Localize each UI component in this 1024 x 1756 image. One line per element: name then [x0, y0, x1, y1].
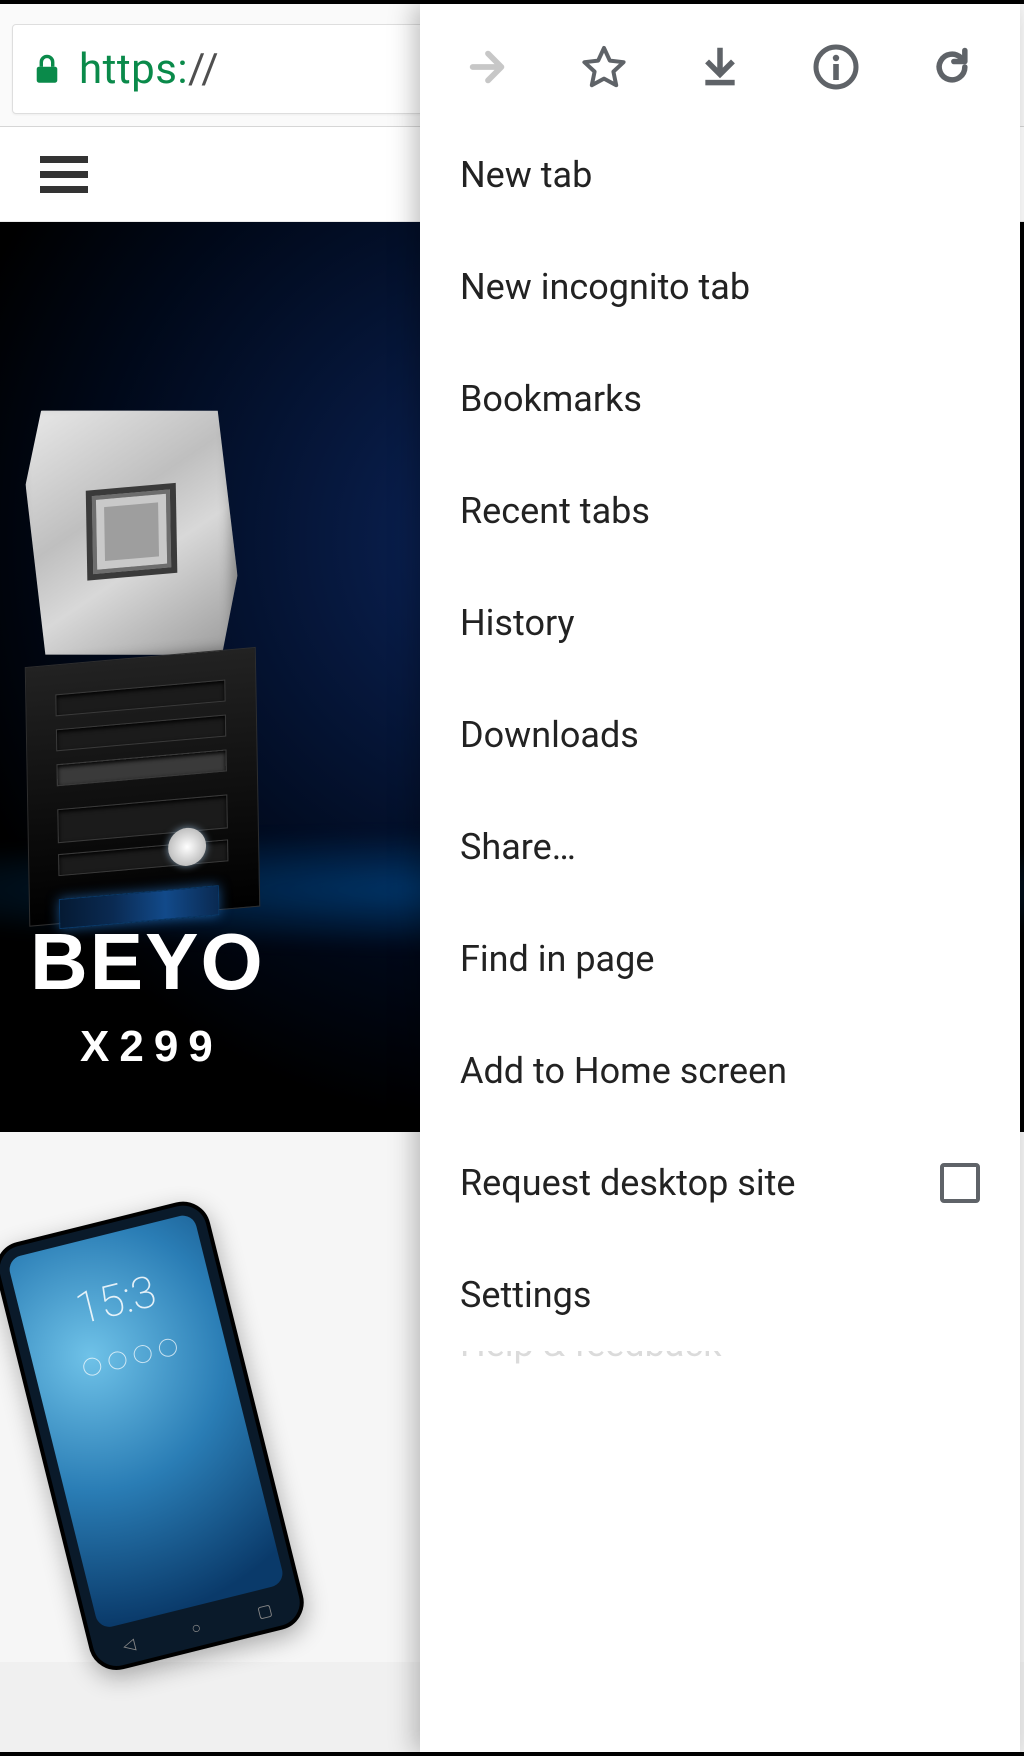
- url-protocol: https:: [79, 45, 188, 94]
- phone-lockscreen-time: 15:3: [7, 1213, 216, 1349]
- menu-label: Settings: [460, 1274, 591, 1316]
- checkbox-icon[interactable]: [940, 1163, 980, 1203]
- forward-icon[interactable]: [462, 41, 514, 93]
- hero-title: BEYO: [30, 916, 265, 1008]
- menu-label: Find in page: [460, 938, 654, 980]
- menu-item-recent-tabs[interactable]: Recent tabs: [420, 455, 1020, 567]
- menu-icon-row: [420, 24, 1020, 119]
- menu-label: New tab: [460, 154, 592, 196]
- lock-icon: [33, 53, 61, 85]
- menu-label: Bookmarks: [460, 378, 642, 420]
- menu-label: Downloads: [460, 714, 639, 756]
- menu-label: History: [460, 602, 575, 644]
- hamburger-icon[interactable]: [40, 156, 88, 193]
- menu-item-new-tab[interactable]: New tab: [420, 119, 1020, 231]
- menu-item-add-to-home-screen[interactable]: Add to Home screen: [420, 1015, 1020, 1127]
- menu-label: New incognito tab: [460, 266, 750, 308]
- menu-label: Recent tabs: [460, 490, 650, 532]
- motherboard-image: [30, 393, 249, 951]
- menu-label: Request desktop site: [460, 1162, 795, 1204]
- menu-item-history[interactable]: History: [420, 567, 1020, 679]
- url-text: https://: [79, 45, 219, 94]
- url-rest: //: [188, 45, 219, 94]
- info-icon[interactable]: [810, 41, 862, 93]
- star-icon[interactable]: [578, 41, 630, 93]
- bottom-bar: [0, 1752, 1024, 1756]
- menu-item-downloads[interactable]: Downloads: [420, 679, 1020, 791]
- menu-item-settings[interactable]: Settings: [420, 1239, 1020, 1351]
- browser-overflow-menu: New tab New incognito tab Bookmarks Rece…: [420, 4, 1020, 1752]
- menu-list: New tab New incognito tab Bookmarks Rece…: [420, 119, 1020, 1401]
- menu-item-bookmarks[interactable]: Bookmarks: [420, 343, 1020, 455]
- menu-item-new-incognito-tab[interactable]: New incognito tab: [420, 231, 1020, 343]
- reload-icon[interactable]: [926, 41, 978, 93]
- phone-screen: 15:3: [7, 1213, 286, 1630]
- menu-label: Help & feedback: [460, 1351, 721, 1365]
- menu-label: Add to Home screen: [460, 1050, 787, 1092]
- menu-label: Share…: [460, 826, 576, 868]
- menu-item-help-feedback[interactable]: Help & feedback: [420, 1351, 1020, 1401]
- menu-item-request-desktop-site[interactable]: Request desktop site: [420, 1127, 1020, 1239]
- phone-image[interactable]: 15:3 ◁○▢: [0, 1196, 310, 1676]
- hero-subtitle: X299: [80, 1022, 223, 1072]
- download-icon[interactable]: [694, 41, 746, 93]
- menu-item-share[interactable]: Share…: [420, 791, 1020, 903]
- menu-item-find-in-page[interactable]: Find in page: [420, 903, 1020, 1015]
